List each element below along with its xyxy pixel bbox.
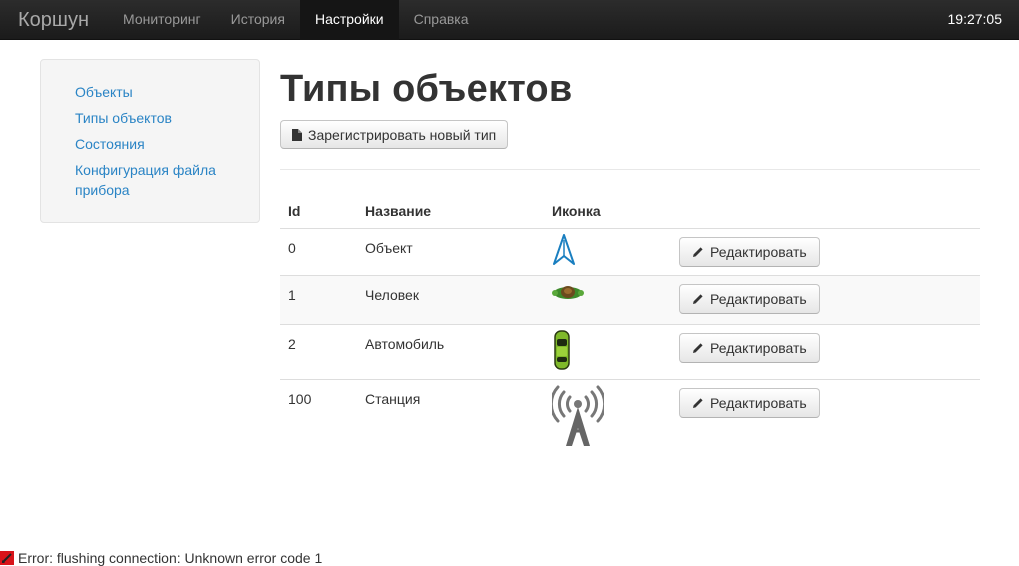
nav-item-help[interactable]: Справка [399, 0, 484, 40]
error-text: Error: flushing connection: Unknown erro… [18, 550, 323, 566]
car-topview-icon [554, 330, 570, 370]
edit-button-label: Редактировать [710, 291, 807, 307]
turtle-icon [552, 286, 584, 299]
edit-button[interactable]: Редактировать [679, 284, 820, 314]
nav-item-settings[interactable]: Настройки [299, 0, 399, 40]
column-header-id: Id [288, 203, 301, 219]
pencil-icon [693, 343, 703, 353]
column-header-actions [671, 190, 980, 229]
cell-name: Автомобиль [357, 324, 544, 380]
divider [280, 169, 980, 170]
table-header-row: Id Название Иконка [280, 190, 980, 229]
edit-button[interactable]: Редактировать [679, 333, 820, 363]
navbar: Коршун Мониторинг История Настройки Спра… [0, 0, 1019, 40]
column-header-name: Название [365, 203, 432, 219]
cell-id: 100 [280, 379, 357, 460]
cell-id: 2 [280, 324, 357, 380]
edit-button[interactable]: Редактировать [679, 388, 820, 418]
nav-item-history[interactable]: История [216, 0, 300, 40]
pencil-icon [693, 398, 703, 408]
sidebar-item-objects[interactable]: Объекты [75, 82, 245, 102]
main-nav: Мониторинг История Настройки Справка [108, 0, 484, 40]
register-new-type-button[interactable]: Зарегистрировать новый тип [280, 120, 509, 149]
page-title: Типы объектов [280, 68, 573, 110]
table-row: 100 Станция Редактировать [280, 379, 980, 460]
file-icon [292, 128, 302, 141]
sidebar: Объекты Типы объектов Состояния Конфигур… [40, 59, 260, 223]
cell-name: Объект [357, 228, 544, 276]
clock: 19:27:05 [947, 11, 1003, 27]
object-types-table: Id Название Иконка 0 Объект Редактироват… [280, 190, 980, 460]
register-new-type-label: Зарегистрировать новый тип [308, 126, 497, 143]
edit-button-label: Редактировать [710, 244, 807, 260]
error-message: Error: flushing connection: Unknown erro… [0, 549, 322, 566]
pencil-icon [693, 247, 703, 257]
sidebar-item-object-types[interactable]: Типы объектов [75, 108, 245, 128]
brand-link[interactable]: Коршун [18, 0, 89, 40]
radio-tower-icon [552, 385, 604, 446]
navigation-arrow-icon [553, 234, 575, 265]
cell-name: Человек [357, 275, 544, 325]
table-row: 0 Объект Редактировать [280, 228, 980, 276]
error-icon [0, 551, 14, 565]
edit-button[interactable]: Редактировать [679, 237, 820, 267]
nav-item-monitoring[interactable]: Мониторинг [108, 0, 216, 40]
sidebar-item-states[interactable]: Состояния [75, 134, 245, 154]
cell-name: Станция [357, 379, 544, 460]
sidebar-item-device-config[interactable]: Конфигурация файла прибора [75, 160, 245, 200]
edit-button-label: Редактировать [710, 340, 807, 356]
cell-id: 1 [280, 275, 357, 325]
edit-button-label: Редактировать [710, 395, 807, 411]
pencil-icon [693, 294, 703, 304]
main-content: Типы объектов Зарегистрировать новый тип… [280, 60, 980, 460]
cell-id: 0 [280, 228, 357, 276]
column-header-icon: Иконка [552, 203, 601, 219]
table-row: 2 Автомобиль Редактировать [280, 324, 980, 380]
table-row: 1 Человек Редактировать [280, 275, 980, 325]
